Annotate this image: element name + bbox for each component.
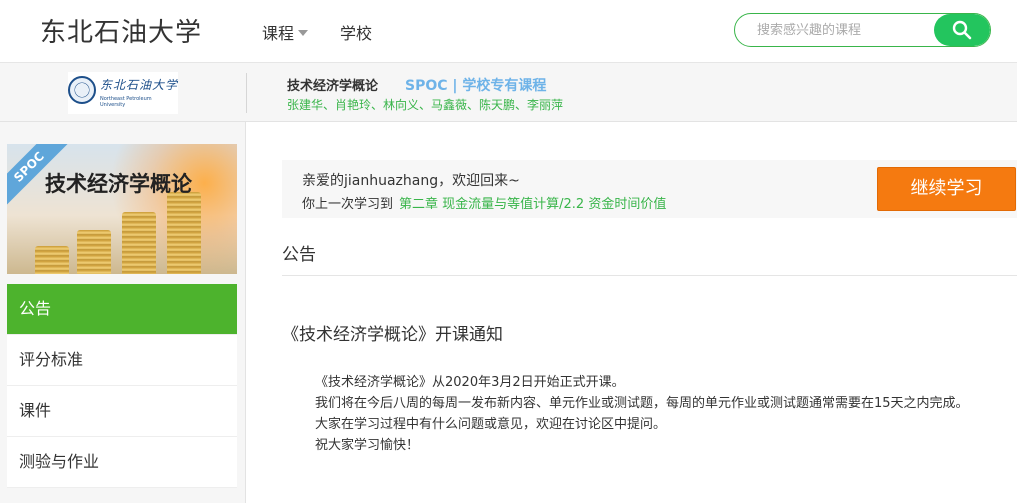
notice-body: 《技术经济学概论》从2020年3月2日开始正式开课。 我们将在今后八周的每周一发…: [315, 372, 1015, 456]
continue-learning-button[interactable]: 继续学习: [877, 167, 1016, 211]
course-title: 技术经济学概论: [287, 79, 379, 94]
nav-courses-label: 课程: [262, 24, 295, 43]
last-study-chapter-link[interactable]: 第二章 现金流量与等值计算/2.2 资金时间价值: [399, 197, 666, 212]
menu-item-courseware[interactable]: 课件: [7, 386, 237, 437]
school-logo-en: Northeast Petroleum University: [100, 96, 152, 108]
last-study-line: 你上一次学习到 第二章 现金流量与等值计算/2.2 资金时间价值: [302, 193, 666, 212]
section-title: 公告: [282, 245, 316, 265]
cover-title: 技术经济学概论: [45, 172, 192, 196]
coin-stack-icon: [77, 230, 111, 274]
site-brand[interactable]: 东北石油大学: [40, 12, 202, 49]
course-teachers[interactable]: 张建华、肖艳玲、林向义、马鑫薇、陈天鹏、李丽萍: [287, 96, 563, 113]
nav-school[interactable]: 学校: [340, 20, 372, 44]
notice-line: 祝大家学习愉快！: [315, 438, 420, 453]
course-header: 东北石油大学 Northeast Petroleum University 技术…: [0, 62, 1017, 122]
coin-stack-icon: [35, 246, 69, 274]
welcome-greeting: 亲爱的jianhuazhang，欢迎回来~: [302, 173, 520, 189]
notice-line: 我们将在今后八周的每周一发布新内容、单元作业或测试题，每周的单元作业或测试题通常…: [315, 396, 969, 411]
search-button[interactable]: [934, 14, 990, 46]
last-study-prefix: 你上一次学习到: [302, 197, 394, 212]
divider: [246, 73, 247, 113]
notice-line: 《技术经济学概论》从2020年3月2日开始正式开课。: [315, 375, 625, 390]
nav-courses[interactable]: 课程: [262, 20, 309, 44]
search-icon: [952, 20, 972, 40]
menu-item-quizzes[interactable]: 测验与作业: [7, 437, 237, 488]
course-type-badge: SPOC | 学校专有课程: [405, 78, 547, 94]
search-input[interactable]: [735, 14, 935, 46]
school-seal-icon: [68, 76, 96, 104]
section-divider: [282, 275, 1017, 276]
course-sidebar: SPOC 技术经济学概论 公告 评分标准 课件 测验与作业: [0, 122, 246, 503]
notice-line: 大家在学习过程中有什么问题或意见，欢迎在讨论区中提问。: [315, 417, 667, 432]
top-navbar: 东北石油大学 课程 学校: [0, 0, 1017, 62]
coin-stack-icon: [167, 192, 201, 274]
school-logo[interactable]: 东北石油大学 Northeast Petroleum University: [68, 72, 178, 114]
coin-stack-icon: [122, 212, 156, 274]
menu-item-grading[interactable]: 评分标准: [7, 335, 237, 386]
search-box: [734, 13, 991, 47]
notice-title: 《技术经济学概论》开课通知: [282, 325, 503, 345]
caret-down-icon: [298, 30, 309, 36]
course-menu: 公告 评分标准 课件 测验与作业: [7, 284, 237, 488]
school-logo-cn: 东北石油大学: [100, 78, 179, 92]
menu-item-announcements[interactable]: 公告: [7, 284, 237, 335]
course-cover-image: SPOC 技术经济学概论: [7, 144, 237, 274]
